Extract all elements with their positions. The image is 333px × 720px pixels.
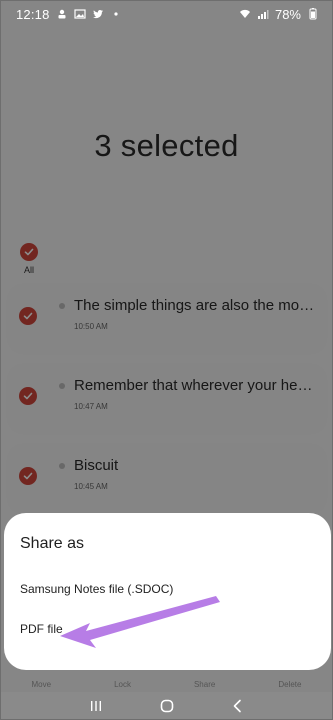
twitter-icon: [92, 8, 104, 20]
status-bar: 12:18 78%: [0, 0, 333, 28]
status-time: 12:18: [16, 6, 50, 22]
dot-icon: [110, 8, 122, 20]
person-pin-icon: [56, 8, 68, 20]
home-icon[interactable]: [158, 697, 176, 715]
notes-screen: 12:18 78% 3 selected All The simple thin…: [0, 0, 333, 720]
battery-level: 78%: [274, 6, 301, 22]
wifi-icon: [239, 8, 251, 20]
battery-icon: [307, 8, 319, 20]
annotation-arrow-icon: [60, 596, 220, 648]
image-icon: [73, 8, 86, 20]
status-left: 12:18: [16, 7, 122, 22]
system-nav-bar: [0, 692, 333, 720]
recents-icon[interactable]: [87, 697, 105, 715]
back-icon[interactable]: [229, 697, 247, 715]
share-option-pdf[interactable]: PDF file: [20, 622, 63, 636]
status-right: 78%: [239, 7, 319, 22]
dialog-title: Share as: [20, 535, 85, 552]
signal-icon: [257, 8, 269, 20]
